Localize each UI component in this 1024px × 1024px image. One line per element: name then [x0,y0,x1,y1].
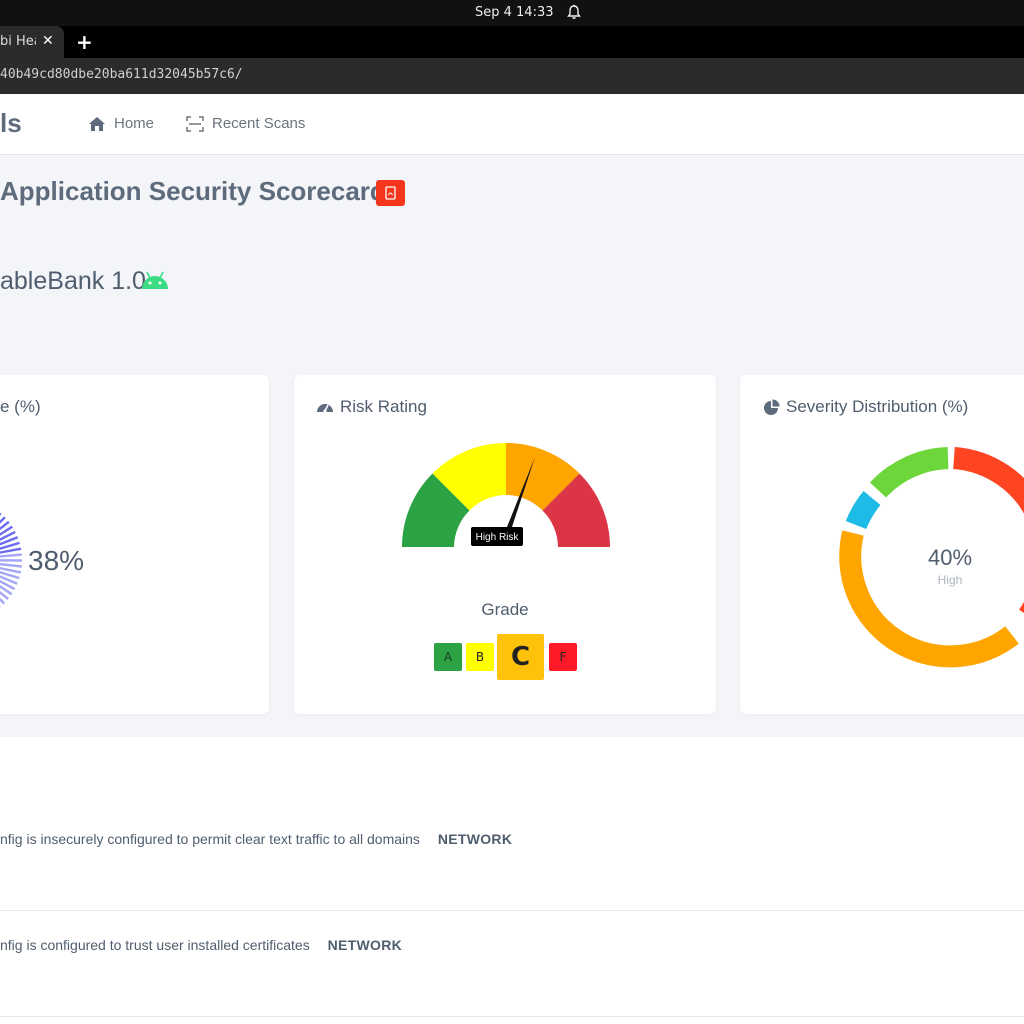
gauge-icon [317,404,333,413]
score-gauge-bar [0,566,22,574]
donut-segment-critical [952,447,1024,614]
nav-recent-scans[interactable]: Recent Scans [186,115,305,132]
finding-category-tag: NETWORK [437,831,513,847]
app-navbar: ls Home Recent Scans [0,94,1024,155]
pdf-icon [385,186,396,200]
severity-center-label: High [937,573,963,587]
risk-rating-card: Risk Rating High Risk Grade A B C F [294,375,716,714]
grade-a: A [434,643,462,671]
nav-home-label: Home [114,115,155,132]
browser-tab-bar: bi Hea ✕ + [0,26,1024,58]
finding-text: nfig is configured to trust user install… [0,937,310,953]
donut-segment-medium [869,447,949,498]
nav-home[interactable]: Home [88,115,154,132]
grade-label: Grade [481,600,529,619]
tab-title: bi Hea [0,34,36,49]
grade-f: F [549,643,577,671]
system-clock[interactable]: Sep 4 14:33 [475,5,554,20]
risk-rating-title-row: Risk Rating [316,397,427,417]
pie-chart-icon [764,399,780,415]
address-bar[interactable]: 40b49cd80dbe20ba611d32045b57c6/ [0,58,1024,94]
findings-list: nfig is insecurely configured to permit … [0,737,1024,1024]
finding-description: nfig is insecurely configured to permit … [0,831,512,847]
risk-gauge: High Risk [402,443,610,547]
scan-icon [186,115,204,132]
risk-rating-title: Risk Rating [340,397,427,416]
os-top-bar: Sep 4 14:33 [0,0,1024,26]
severity-distribution-card: Severity Distribution (%) 40% High [740,375,1024,714]
finding-text: nfig is insecurely configured to permit … [0,831,420,847]
severity-title: Severity Distribution (%) [786,397,969,416]
severity-title-row: Severity Distribution (%) [763,397,968,417]
security-score-title: e (%) [0,397,41,416]
gauge-needle-label: High Risk [476,532,520,543]
score-gauge-bar [0,553,22,558]
pdf-download-button[interactable] [376,180,405,206]
grade-c-active: C [497,634,544,680]
finding-category-tag: NETWORK [327,937,403,953]
new-tab-button[interactable]: + [76,30,93,54]
score-gauge-bar [0,547,22,554]
score-gauge-bar [0,563,22,568]
bell-icon[interactable] [566,4,582,20]
finding-row[interactable]: nfig is insecurely configured to permit … [0,737,1024,911]
grade-b: B [466,643,494,671]
finding-row[interactable]: nfig is configured to trust user install… [0,911,1024,1017]
app-name: ableBank 1.0 [0,267,146,295]
brand-logo[interactable]: ls [0,108,22,139]
donut-segment-info [845,490,881,530]
security-score-value: 38% [28,545,85,576]
finding-description: nfig is configured to trust user install… [0,937,402,953]
url-text[interactable]: 40b49cd80dbe20ba611d32045b57c6/ [0,67,243,82]
severity-center-value: 40% [927,545,973,570]
tab-close-icon[interactable]: ✕ [42,32,54,49]
home-icon [89,116,105,131]
android-icon [142,271,168,289]
browser-tab[interactable]: bi Hea ✕ [0,26,64,58]
page-title: Application Security Scorecard [0,176,386,206]
security-score-card: e (%) 38% [0,375,269,714]
nav-recent-label: Recent Scans [212,115,306,132]
